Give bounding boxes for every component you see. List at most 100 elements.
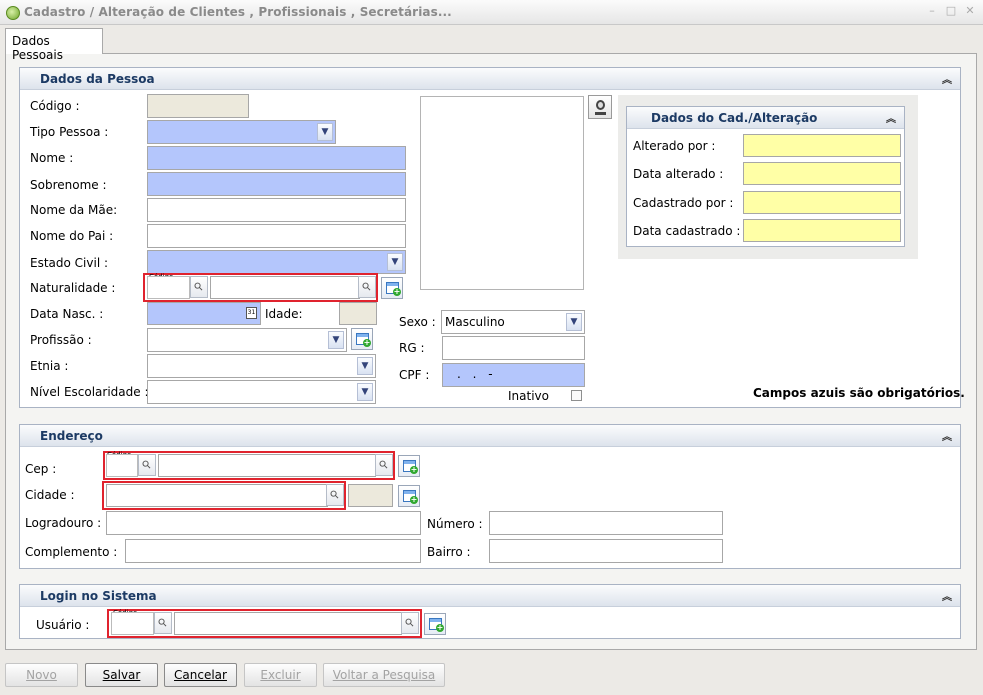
inativo-checkbox[interactable]: [571, 390, 582, 401]
tab-dados-pessoais[interactable]: Dados Pessoais: [5, 28, 103, 62]
webcam-icon[interactable]: [588, 95, 612, 119]
tipo-pessoa-select[interactable]: ▼: [147, 120, 336, 144]
sobrenome-input[interactable]: [147, 172, 406, 196]
cancelar-button[interactable]: Cancelar: [164, 663, 237, 687]
chevron-down-icon[interactable]: ▼: [357, 383, 373, 401]
cidade-label: Cidade :: [25, 488, 75, 502]
data-alterado-label: Data alterado :: [633, 167, 724, 181]
idade-label: Idade:: [265, 307, 303, 321]
cep-code-input[interactable]: [106, 454, 138, 477]
complemento-input[interactable]: [125, 539, 421, 563]
nome-input[interactable]: [147, 146, 406, 170]
salvar-button-label: Salvar: [102, 668, 141, 682]
add-naturalidade-button[interactable]: +: [381, 277, 403, 299]
panel-title: Login no Sistema ︽: [20, 585, 960, 607]
cidade-input[interactable]: [106, 484, 328, 507]
calendar-icon[interactable]: 31: [246, 307, 257, 319]
nivel-escolaridade-select[interactable]: ▼: [147, 380, 376, 404]
naturalidade-code-input[interactable]: [147, 276, 190, 299]
nome-pai-input[interactable]: [147, 224, 406, 248]
alterado-por-field: [743, 134, 901, 157]
collapse-icon[interactable]: ︽: [942, 428, 952, 443]
sexo-label: Sexo :: [399, 315, 436, 329]
required-note: Campos azuis são obrigatórios.: [753, 386, 965, 400]
panel-title: Endereço ︽: [20, 425, 960, 447]
search-icon[interactable]: ⚲: [154, 612, 172, 634]
panel-title: Dados da Pessoa ︽: [20, 68, 960, 90]
estado-civil-select[interactable]: ▼: [147, 250, 406, 274]
nivel-escolaridade-label: Nível Escolaridade :: [30, 385, 149, 399]
add-cidade-button[interactable]: +: [398, 485, 420, 507]
panel-title-text: Dados da Pessoa: [40, 72, 155, 86]
bairro-input[interactable]: [489, 539, 723, 563]
estado-civil-label: Estado Civil :: [30, 256, 109, 270]
panel-title: Dados do Cad./Alteração ︽: [627, 107, 904, 129]
app-logo-icon: [6, 6, 20, 20]
inativo-label: Inativo: [508, 389, 549, 403]
data-nasc-input[interactable]: 31: [147, 302, 261, 325]
naturalidade-name-input[interactable]: [210, 276, 360, 299]
chevron-down-icon[interactable]: ▼: [566, 313, 582, 331]
logradouro-label: Logradouro :: [25, 516, 102, 530]
usuario-code-input[interactable]: [111, 612, 154, 635]
codigo-field: [147, 94, 249, 118]
etnia-select[interactable]: ▼: [147, 354, 376, 378]
data-cadastrado-field: [743, 219, 901, 242]
search-icon[interactable]: ⚲: [190, 276, 208, 298]
voltar-pesquisa-button[interactable]: Voltar a Pesquisa: [323, 663, 445, 687]
add-usuario-button[interactable]: +: [424, 613, 446, 635]
collapse-icon[interactable]: ︽: [942, 71, 952, 86]
voltar-pesquisa-button-label: Voltar a Pesquisa: [332, 668, 436, 682]
nome-mae-input[interactable]: [147, 198, 406, 222]
idade-field: [339, 302, 377, 325]
nome-pai-label: Nome do Pai :: [30, 229, 114, 243]
window-title: Cadastro / Alteração de Clientes , Profi…: [24, 5, 452, 19]
cadastrado-por-label: Cadastrado por :: [633, 196, 734, 210]
minimize-icon[interactable]: –: [926, 5, 938, 17]
collapse-icon[interactable]: ︽: [886, 110, 896, 125]
rg-label: RG :: [399, 341, 425, 355]
data-alterado-field: [743, 162, 901, 185]
panel-title-text: Login no Sistema: [40, 589, 157, 603]
novo-button[interactable]: Novo: [5, 663, 78, 687]
add-cep-button[interactable]: +: [398, 455, 420, 477]
rg-input[interactable]: [442, 336, 585, 360]
search-icon[interactable]: ⚲: [375, 454, 393, 476]
logradouro-input[interactable]: [106, 511, 421, 535]
nome-mae-label: Nome da Mãe:: [30, 203, 118, 217]
excluir-button[interactable]: Excluir: [244, 663, 317, 687]
profissao-select[interactable]: ▼: [147, 328, 347, 352]
naturalidade-label: Naturalidade :: [30, 281, 116, 295]
cpf-input[interactable]: . . -: [442, 363, 585, 387]
close-icon[interactable]: ✕: [964, 5, 976, 17]
cep-label: Cep :: [25, 462, 57, 476]
sobrenome-label: Sobrenome :: [30, 178, 107, 192]
search-icon[interactable]: ⚲: [401, 612, 419, 634]
chevron-down-icon[interactable]: ▼: [357, 357, 373, 375]
cep-input[interactable]: [158, 454, 376, 477]
add-profissao-button[interactable]: +: [351, 328, 373, 350]
cidade-uf-field: [348, 484, 393, 507]
numero-input[interactable]: [489, 511, 723, 535]
salvar-button[interactable]: Salvar: [85, 663, 158, 687]
search-icon[interactable]: ⚲: [326, 484, 344, 506]
complemento-label: Complemento :: [25, 545, 118, 559]
etnia-label: Etnia :: [30, 359, 69, 373]
search-icon[interactable]: ⚲: [138, 454, 156, 476]
nome-label: Nome :: [30, 151, 74, 165]
profissao-label: Profissão :: [30, 333, 92, 347]
search-icon[interactable]: ⚲: [358, 276, 376, 298]
photo-frame[interactable]: [420, 96, 584, 290]
panel-title-text: Endereço: [40, 429, 103, 443]
usuario-input[interactable]: [174, 612, 402, 635]
chevron-down-icon[interactable]: ▼: [317, 123, 333, 141]
chevron-down-icon[interactable]: ▼: [328, 331, 344, 349]
sexo-select[interactable]: Masculino ▼: [441, 310, 585, 334]
usuario-label: Usuário :: [36, 618, 90, 632]
panel-title-text: Dados do Cad./Alteração: [651, 111, 818, 125]
codigo-label: Código :: [30, 99, 80, 113]
collapse-icon[interactable]: ︽: [942, 588, 952, 603]
data-nasc-label: Data Nasc. :: [30, 307, 104, 321]
chevron-down-icon[interactable]: ▼: [387, 253, 403, 271]
maximize-icon[interactable]: □: [945, 5, 957, 17]
